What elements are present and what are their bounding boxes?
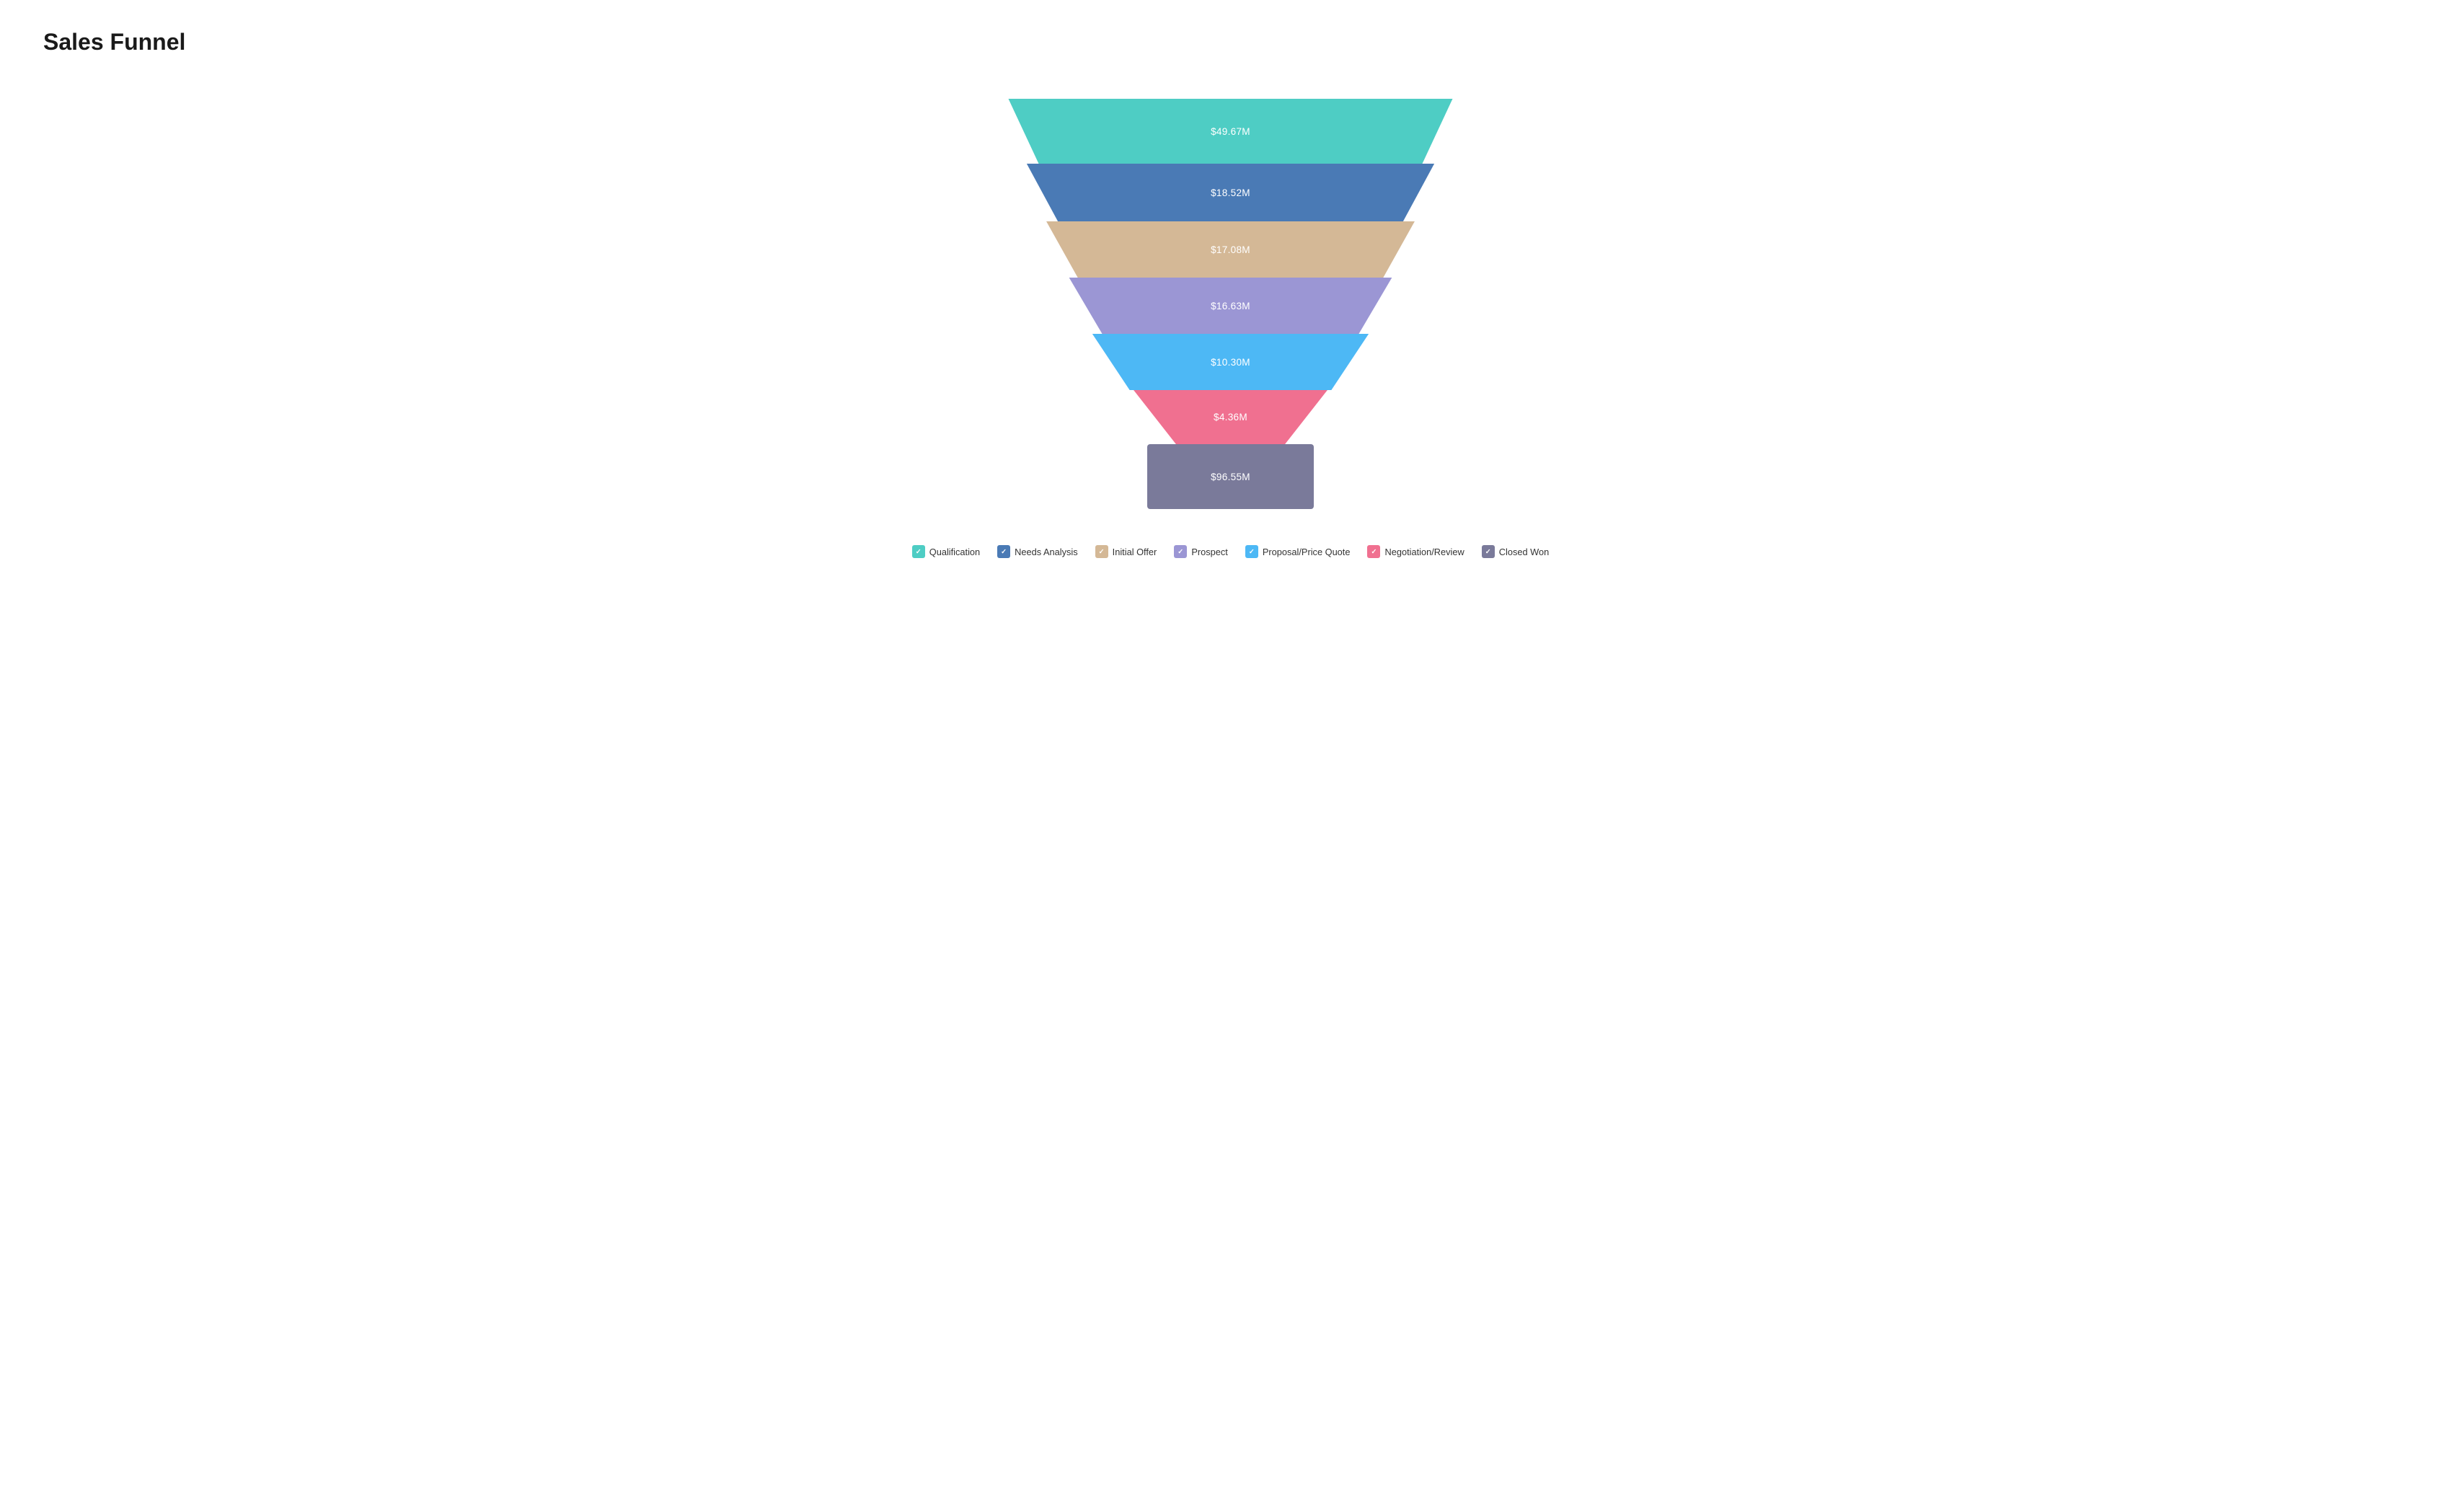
funnel-chart: $49.67M $18.52M $17.08M $16.63M $10.30M $4.36… (978, 99, 1483, 509)
legend-label-negotiation-review: Negotiation/Review (1384, 547, 1464, 557)
funnel-segment-qualification[interactable]: $49.67M (978, 99, 1483, 164)
funnel-segment-initial-offer[interactable]: $17.08M (1006, 221, 1455, 278)
funnel-label-negotiation-review: $4.36M (1214, 412, 1247, 423)
legend-icon-initial-offer: ✓ (1095, 545, 1108, 558)
legend-label-closed-won: Closed Won (1499, 547, 1549, 557)
funnel-segment-proposal-price-quote[interactable]: $10.30M (1044, 334, 1418, 390)
legend-item-qualification: ✓ Qualification (912, 545, 980, 558)
funnel-segment-prospect[interactable]: $16.63M (1024, 278, 1438, 334)
funnel-segment-closed-won[interactable]: $96.55M (1147, 444, 1314, 509)
funnel-label-prospect: $16.63M (1211, 301, 1250, 311)
legend-item-prospect: ✓ Prospect (1174, 545, 1228, 558)
legend-label-needs-analysis: Needs Analysis (1015, 547, 1078, 557)
legend-icon-prospect: ✓ (1174, 545, 1187, 558)
funnel-segment-needs-analysis[interactable]: $18.52M (991, 164, 1470, 221)
funnel-label-qualification: $49.67M (1211, 126, 1250, 137)
legend: ✓ Qualification ✓ Needs Analysis ✓ Initial Of… (898, 545, 1563, 558)
legend-item-initial-offer: ✓ Initial Offer (1095, 545, 1157, 558)
chart-container: $49.67M $18.52M $17.08M $16.63M $10.30M $4.36… (43, 84, 2418, 1483)
legend-label-prospect: Prospect (1191, 547, 1228, 557)
legend-icon-closed-won: ✓ (1482, 545, 1495, 558)
legend-item-closed-won: ✓ Closed Won (1482, 545, 1549, 558)
legend-label-qualification: Qualification (929, 547, 980, 557)
legend-item-proposal-price-quote: ✓ Proposal/Price Quote (1245, 545, 1351, 558)
legend-icon-qualification: ✓ (912, 545, 925, 558)
legend-icon-negotiation-review: ✓ (1367, 545, 1380, 558)
funnel-label-needs-analysis: $18.52M (1211, 187, 1250, 198)
page-title: Sales Funnel (43, 29, 2418, 56)
legend-icon-needs-analysis: ✓ (997, 545, 1010, 558)
legend-item-negotiation-review: ✓ Negotiation/Review (1367, 545, 1464, 558)
legend-item-needs-analysis: ✓ Needs Analysis (997, 545, 1078, 558)
legend-icon-proposal-price-quote: ✓ (1245, 545, 1258, 558)
funnel-label-closed-won: $96.55M (1211, 472, 1250, 482)
funnel-segment-negotiation-review[interactable]: $4.36M (1079, 390, 1382, 444)
funnel-label-initial-offer: $17.08M (1211, 244, 1250, 255)
funnel-label-proposal-price-quote: $10.30M (1211, 357, 1250, 368)
legend-label-initial-offer: Initial Offer (1113, 547, 1157, 557)
legend-label-proposal-price-quote: Proposal/Price Quote (1263, 547, 1351, 557)
